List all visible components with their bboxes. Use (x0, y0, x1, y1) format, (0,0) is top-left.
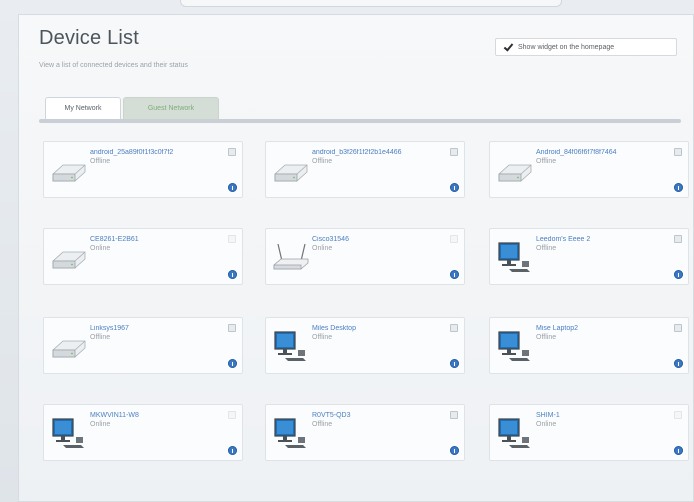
info-icon[interactable] (228, 446, 237, 455)
device-card[interactable]: Cisco31546 Online (265, 228, 465, 285)
device-name[interactable]: Android_84f06f6f7f8f7464 (536, 149, 666, 156)
tab-guest-network[interactable]: Guest Network (123, 97, 219, 119)
network-tabs: My Network Guest Network (39, 97, 681, 123)
info-icon[interactable] (450, 270, 459, 279)
device-name[interactable]: Mise Laptop2 (536, 325, 666, 332)
desktop-computer-icon (272, 330, 310, 364)
desktop-computer-icon (496, 330, 534, 364)
info-icon[interactable] (228, 183, 237, 192)
device-status: Offline (536, 245, 557, 252)
storage-drive-icon (50, 154, 88, 188)
delete-device-icon[interactable] (228, 235, 236, 243)
device-name[interactable]: Linksys1967 (90, 325, 220, 332)
device-status: Online (90, 245, 111, 252)
storage-drive-icon (272, 154, 310, 188)
storage-drive-icon (496, 154, 534, 188)
delete-device-icon[interactable] (228, 411, 236, 419)
desktop-computer-icon (496, 241, 534, 275)
info-icon[interactable] (228, 359, 237, 368)
device-card[interactable]: Mise Laptop2 Offline (489, 317, 689, 374)
device-name[interactable]: Cisco31546 (312, 236, 442, 243)
device-status: Offline (90, 158, 111, 165)
info-icon[interactable] (674, 270, 683, 279)
desktop-computer-icon (50, 417, 88, 451)
delete-device-icon[interactable] (228, 324, 236, 332)
info-icon[interactable] (450, 446, 459, 455)
device-card[interactable]: Linksys1967 Offline (43, 317, 243, 374)
device-name[interactable]: MKWVIN11-W8 (90, 412, 220, 419)
device-name[interactable]: android_b3f26f1f2f2b1e4466 (312, 149, 442, 156)
info-icon[interactable] (674, 183, 683, 192)
device-card[interactable]: android_25a89f0f1f3c0f7f2 Offline (43, 141, 243, 198)
device-name[interactable]: android_25a89f0f1f3c0f7f2 (90, 149, 220, 156)
tab-my-network[interactable]: My Network (45, 97, 121, 119)
device-status: Offline (536, 158, 557, 165)
show-widget-toggle[interactable]: Show widget on the homepage (495, 38, 677, 56)
device-grid: android_25a89f0f1f3c0f7f2 Offline android_… (43, 141, 689, 461)
delete-device-icon[interactable] (450, 148, 458, 156)
device-card[interactable]: Leedom's Eeee 2 Offline (489, 228, 689, 285)
device-status: Online (312, 245, 333, 252)
page-title: Device List (39, 27, 140, 49)
device-status: Offline (312, 158, 333, 165)
device-card[interactable]: Android_84f06f6f7f8f7464 Offline (489, 141, 689, 198)
desktop-computer-icon (272, 417, 310, 451)
tab-divider (39, 119, 681, 123)
device-name[interactable]: CE8261-E2B61 (90, 236, 220, 243)
router-icon (272, 241, 310, 275)
device-status: Offline (312, 421, 333, 428)
device-status: Online (90, 421, 111, 428)
device-status: Offline (90, 334, 111, 341)
storage-drive-icon (50, 330, 88, 364)
device-status: Online (536, 421, 557, 428)
info-icon[interactable] (228, 270, 237, 279)
desktop-computer-icon (496, 417, 534, 451)
device-card[interactable]: R0VT5-QD3 Offline (265, 404, 465, 461)
device-list-panel: Device List View a list of connected dev… (18, 14, 694, 502)
delete-device-icon[interactable] (674, 411, 682, 419)
info-icon[interactable] (450, 183, 459, 192)
device-name[interactable]: Miles Desktop (312, 325, 442, 332)
checkmark-icon[interactable] (504, 43, 512, 51)
device-name[interactable]: SHIM-1 (536, 412, 666, 419)
device-card[interactable]: SHIM-1 Online (489, 404, 689, 461)
info-icon[interactable] (674, 359, 683, 368)
delete-device-icon[interactable] (674, 324, 682, 332)
device-status: Offline (536, 334, 557, 341)
delete-device-icon[interactable] (450, 235, 458, 243)
delete-device-icon[interactable] (450, 411, 458, 419)
delete-device-icon[interactable] (674, 235, 682, 243)
show-widget-label: Show widget on the homepage (518, 43, 615, 51)
device-status: Offline (312, 334, 333, 341)
info-icon[interactable] (674, 446, 683, 455)
delete-device-icon[interactable] (674, 148, 682, 156)
device-name[interactable]: R0VT5-QD3 (312, 412, 442, 419)
delete-device-icon[interactable] (228, 148, 236, 156)
device-card[interactable]: Miles Desktop Offline (265, 317, 465, 374)
page-subtitle: View a list of connected devices and the… (39, 62, 188, 69)
device-name[interactable]: Leedom's Eeee 2 (536, 236, 666, 243)
info-icon[interactable] (450, 359, 459, 368)
device-card[interactable]: MKWVIN11-W8 Online (43, 404, 243, 461)
delete-device-icon[interactable] (450, 324, 458, 332)
device-card[interactable]: CE8261-E2B61 Online (43, 228, 243, 285)
device-card[interactable]: android_b3f26f1f2f2b1e4466 Offline (265, 141, 465, 198)
storage-drive-icon (50, 241, 88, 275)
top-address-bar (180, 0, 562, 7)
